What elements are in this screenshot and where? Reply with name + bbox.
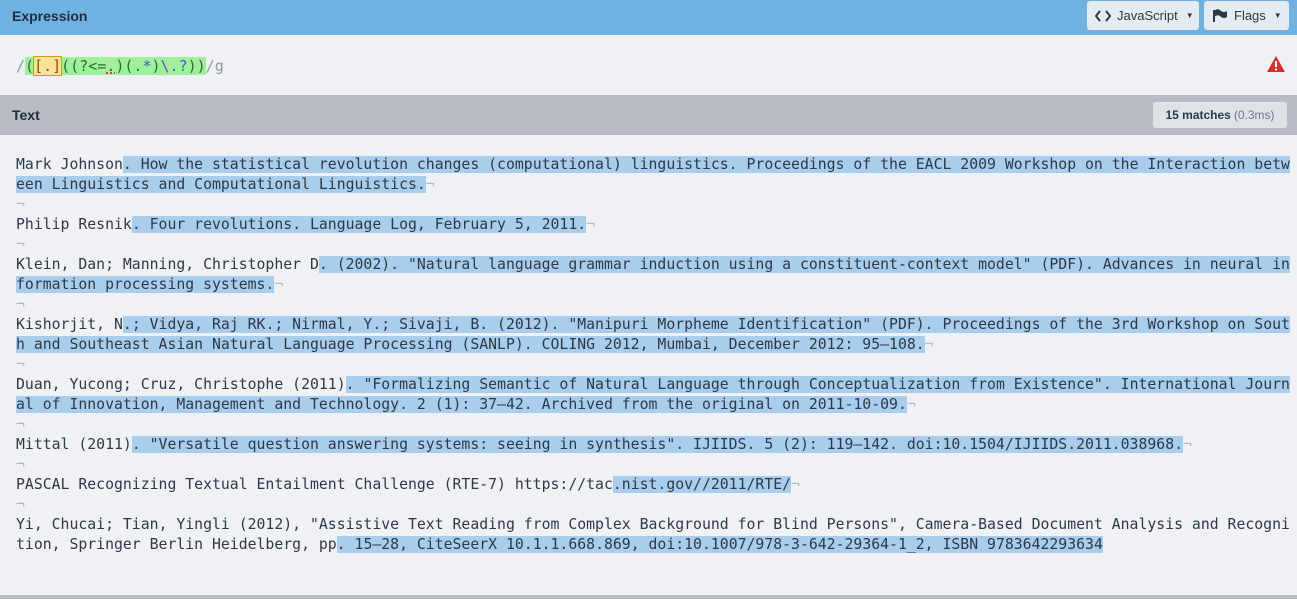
text-line: Mittal (2011). "Versatile question answe… [16,435,1291,455]
blank-line: ¬ [16,495,1291,515]
text-line: Klein, Dan; Manning, Christopher D. (200… [16,255,1291,295]
regex-close-delimiter: / [205,57,215,75]
text-header: Text 15 matches (0.3ms) [0,95,1297,135]
line-end-marker: ¬ [425,176,435,193]
match-time: (0.3ms) [1233,108,1275,122]
regex-escaped-dot: \. [160,57,179,75]
regex-inner-mid: )( [115,57,134,75]
text-unmatched: PASCAL Recognizing Textual Entailment Ch… [16,476,613,493]
match-highlight: . "Versatile question answering systems:… [131,436,1184,453]
regex-inner-close: ) [151,57,161,75]
text-line: Philip Resnik. Four revolutions. Languag… [16,215,1291,235]
text-title: Text [12,107,40,123]
regex-optional-quantifier: ? [178,57,188,75]
blank-line: ¬ [16,195,1291,215]
match-highlight: . How the statistical revolution changes… [16,156,1290,193]
flags-button[interactable]: Flags ▼ [1204,1,1289,30]
blank-line: ¬ [16,235,1291,255]
match-count: 15 matches [1165,108,1231,122]
text-line: PASCAL Recognizing Textual Entailment Ch… [16,475,1291,495]
line-end-marker: ¬ [16,456,25,473]
test-text-editor[interactable]: Mark Johnson. How the statistical revolu… [0,135,1297,595]
regex-group-open: ( [25,57,35,75]
expression-title: Expression [12,8,88,24]
regex-lookbehind-char: . [106,57,116,75]
regex-flags: g [214,57,224,75]
warning-triangle-icon[interactable] [1266,55,1286,78]
flags-label: Flags [1234,8,1266,23]
text-unmatched: Duan, Yucong; Cruz, Christophe (2011) [16,376,346,393]
flag-icon [1212,8,1228,23]
panel-divider [0,595,1297,599]
line-end-marker: ¬ [16,196,25,213]
line-end-marker: ¬ [16,356,25,373]
text-line: Duan, Yucong; Cruz, Christophe (2011). "… [16,375,1291,415]
regex-group-close: )) [187,57,206,75]
line-end-marker: ¬ [16,416,25,433]
match-highlight: .nist.gov//2011/RTE/ [612,476,792,493]
line-end-marker: ¬ [791,476,800,493]
text-unmatched: Klein, Dan; Manning, Christopher D [16,256,319,273]
blank-line: ¬ [16,355,1291,375]
regex-lookbehind-open: ((?<= [61,57,107,75]
regex-expression[interactable]: /([.]((?<=.)(.*)\.?))/g [16,55,224,77]
text-line: Mark Johnson. How the statistical revolu… [16,155,1291,195]
expression-header: Expression JavaScript ▼ Flags ▼ [0,0,1297,35]
match-highlight: .; Vidya, Raj RK.; Nirmal, Y.; Sivaji, B… [16,316,1290,353]
line-end-marker: ¬ [924,336,934,353]
regex-open-delimiter: / [16,57,26,75]
match-highlight: . 15–28, CiteSeerX 10.1.1.668.869, doi:1… [336,536,1103,553]
flavor-label: JavaScript [1117,8,1178,23]
text-line: Yi, Chucai; Tian, Yingli (2012), "Assist… [16,515,1291,555]
chevron-down-icon: ▼ [1273,11,1282,20]
text-unmatched: Kishorjit, N [16,316,123,333]
line-end-marker: ¬ [1183,436,1192,453]
line-end-marker: ¬ [16,296,25,313]
code-brackets-icon [1095,9,1111,22]
line-end-marker: ¬ [16,236,25,253]
line-end-marker: ¬ [906,396,916,413]
line-end-marker: ¬ [16,496,25,513]
text-unmatched: Mittal (2011) [16,436,132,453]
regex-char-set: [.] [33,56,63,76]
line-end-marker: ¬ [274,276,284,293]
flavor-button[interactable]: JavaScript ▼ [1087,1,1199,30]
match-highlight: . Four revolutions. Language Log, Februa… [131,216,587,233]
text-unmatched: Philip Resnik [16,216,132,233]
chevron-down-icon: ▼ [1185,11,1194,20]
match-count-badge[interactable]: 15 matches (0.3ms) [1153,102,1287,128]
line-end-marker: ¬ [586,216,596,233]
blank-line: ¬ [16,415,1291,435]
blank-line: ¬ [16,455,1291,475]
text-unmatched: Mark Johnson [16,156,123,173]
text-line: Kishorjit, N.; Vidya, Raj RK.; Nirmal, Y… [16,315,1291,355]
blank-line: ¬ [16,295,1291,315]
expression-editor[interactable]: /([.]((?<=.)(.*)\.?))/g [0,35,1297,95]
test-text-body[interactable]: Mark Johnson. How the statistical revolu… [16,155,1291,555]
